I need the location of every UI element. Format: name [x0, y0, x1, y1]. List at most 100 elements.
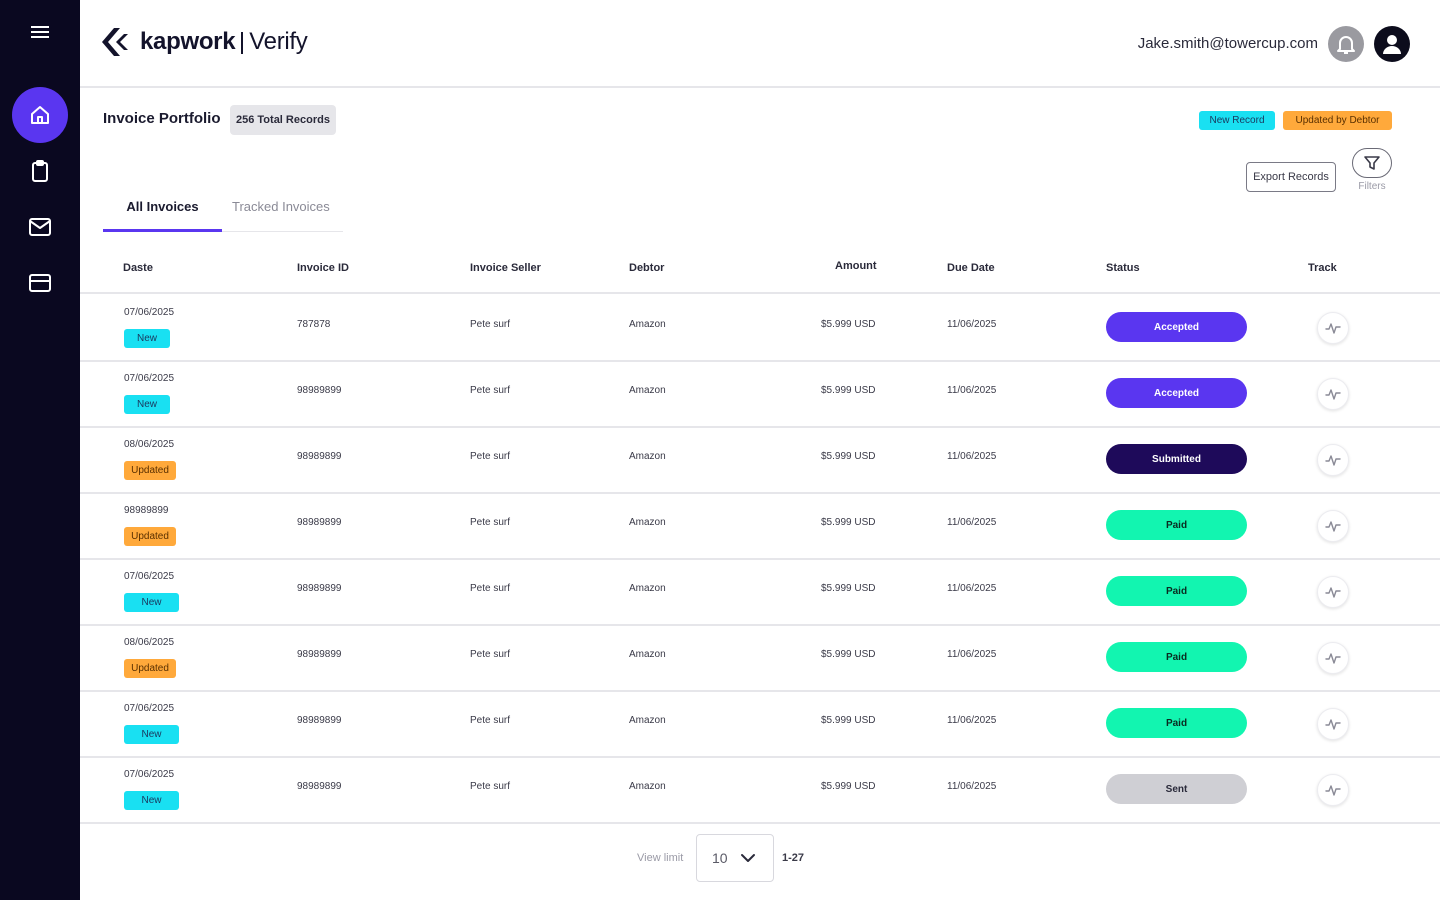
- row-invoice-id: 98989899: [297, 517, 342, 528]
- row-invoice-id: 98989899: [297, 451, 342, 462]
- view-limit-select[interactable]: 10: [696, 834, 774, 882]
- row-date: 07/06/2025: [124, 571, 175, 582]
- clipboard-icon: [32, 160, 48, 182]
- user-email: Jake.smith@towercup.com: [1137, 35, 1318, 52]
- track-button[interactable]: [1317, 444, 1349, 476]
- row-status-badge[interactable]: Paid: [1106, 708, 1247, 738]
- row-due-date: 11/06/2025: [947, 517, 997, 528]
- row-due-date: 11/06/2025: [947, 451, 997, 462]
- row-record-tag: New: [124, 329, 170, 348]
- table-header: Daste Invoice ID Invoice Seller Debtor A…: [80, 248, 1440, 294]
- sidebar-item-mail[interactable]: [12, 199, 68, 255]
- row-status-badge[interactable]: Paid: [1106, 510, 1247, 540]
- row-invoice-seller: Pete surf: [470, 385, 511, 396]
- activity-icon: [1325, 521, 1341, 532]
- column-header-debtor[interactable]: Debtor: [629, 262, 664, 274]
- activity-icon: [1325, 587, 1341, 598]
- sidebar-item-card[interactable]: [12, 255, 68, 311]
- row-debtor: Amazon: [629, 451, 666, 462]
- table-row[interactable]: 07/06/2025 New 787878 Pete surf Amazon $5.999…: [80, 296, 1440, 362]
- brand-name: kapwork: [140, 28, 236, 55]
- row-invoice-seller: Pete surf: [470, 517, 511, 528]
- legend-updated-by-debtor: Updated by Debtor: [1283, 111, 1392, 130]
- hamburger-icon: [31, 26, 49, 38]
- row-due-date: 11/06/2025: [947, 649, 997, 660]
- sidebar-item-clipboard[interactable]: [12, 143, 68, 199]
- row-status-badge[interactable]: Paid: [1106, 642, 1247, 672]
- activity-icon: [1325, 719, 1341, 730]
- row-status-badge[interactable]: Accepted: [1106, 312, 1247, 342]
- card-icon: [29, 274, 51, 292]
- chevron-down-icon: [740, 854, 755, 862]
- row-invoice-id: 98989899: [297, 781, 342, 792]
- row-status-badge[interactable]: Submitted: [1106, 444, 1247, 474]
- hamburger-menu-button[interactable]: [26, 20, 54, 44]
- filters-label: Filters: [1358, 181, 1386, 192]
- row-debtor: Amazon: [629, 319, 666, 330]
- notifications-button[interactable]: [1328, 26, 1364, 62]
- table-row[interactable]: 07/06/2025 New 98989899 Pete surf Amazon $5.9…: [80, 362, 1440, 428]
- column-header-invoice-seller[interactable]: Invoice Seller: [470, 262, 541, 274]
- column-header-date[interactable]: Daste: [123, 262, 153, 274]
- row-record-tag: New: [124, 791, 179, 810]
- row-date: 07/06/2025: [124, 307, 175, 318]
- column-header-track[interactable]: Track: [1308, 262, 1337, 274]
- track-button[interactable]: [1317, 510, 1349, 542]
- row-due-date: 11/06/2025: [947, 715, 997, 726]
- table-row[interactable]: 07/06/2025 New 98989899 Pete surf Amazon $5.9…: [80, 560, 1440, 626]
- row-debtor: Amazon: [629, 385, 666, 396]
- row-record-tag: Updated: [124, 527, 176, 546]
- track-button[interactable]: [1317, 312, 1349, 344]
- row-debtor: Amazon: [629, 517, 666, 528]
- table-row[interactable]: 98989899 Updated 98989899 Pete surf Amazon $5…: [80, 494, 1440, 560]
- row-invoice-seller: Pete surf: [470, 583, 511, 594]
- row-invoice-seller: Pete surf: [470, 649, 511, 660]
- row-debtor: Amazon: [629, 583, 666, 594]
- tab-all-invoices[interactable]: All Invoices: [103, 192, 222, 232]
- row-invoice-id: 98989899: [297, 649, 342, 660]
- track-button[interactable]: [1317, 774, 1349, 806]
- table-row[interactable]: 07/06/2025 New 98989899 Pete surf Amazon $5.9…: [80, 692, 1440, 758]
- user-avatar[interactable]: [1374, 26, 1410, 62]
- row-amount: $5.999 USD: [821, 781, 876, 792]
- track-button[interactable]: [1317, 708, 1349, 740]
- row-due-date: 11/06/2025: [947, 385, 997, 396]
- kapwork-logo-icon: [102, 28, 128, 56]
- tab-tracked-invoices[interactable]: Tracked Invoices: [232, 192, 330, 232]
- row-status-badge[interactable]: Sent: [1106, 774, 1247, 804]
- row-record-tag: New: [124, 725, 179, 744]
- column-header-amount[interactable]: Amount: [835, 260, 877, 272]
- row-status-badge[interactable]: Paid: [1106, 576, 1247, 606]
- row-date: 08/06/2025: [124, 439, 175, 450]
- row-status-badge[interactable]: Accepted: [1106, 378, 1247, 408]
- row-debtor: Amazon: [629, 715, 666, 726]
- table-row[interactable]: 08/06/2025 Updated 98989899 Pete surf Amazon…: [80, 428, 1440, 494]
- track-button[interactable]: [1317, 378, 1349, 410]
- column-header-status[interactable]: Status: [1106, 262, 1140, 274]
- table-row[interactable]: 07/06/2025 New 98989899 Pete surf Amazon $5.9…: [80, 758, 1440, 824]
- table-row[interactable]: 08/06/2025 Updated 98989899 Pete surf Amazon…: [80, 626, 1440, 692]
- row-invoice-id: 98989899: [297, 385, 342, 396]
- activity-icon: [1325, 653, 1341, 664]
- sidebar-item-home[interactable]: [12, 87, 68, 143]
- row-amount: $5.999 USD: [821, 649, 876, 660]
- filter-icon: [1364, 156, 1380, 170]
- row-date: 07/06/2025: [124, 769, 175, 780]
- row-invoice-seller: Pete surf: [470, 781, 511, 792]
- row-record-tag: New: [124, 593, 179, 612]
- row-due-date: 11/06/2025: [947, 583, 997, 594]
- row-record-tag: Updated: [124, 659, 176, 678]
- invoice-tabs: All Invoices Tracked Invoices: [103, 192, 343, 232]
- row-invoice-id: 787878: [297, 319, 331, 330]
- app-logo[interactable]: kapwork Verify: [98, 26, 308, 58]
- track-button[interactable]: [1317, 576, 1349, 608]
- export-records-button[interactable]: Export Records: [1246, 162, 1336, 192]
- view-limit-value: 10: [712, 850, 728, 866]
- row-amount: $5.999 USD: [821, 715, 876, 726]
- row-debtor: Amazon: [629, 781, 666, 792]
- track-button[interactable]: [1317, 642, 1349, 674]
- column-header-due-date[interactable]: Due Date: [947, 262, 995, 274]
- column-header-invoice-id[interactable]: Invoice ID: [297, 262, 349, 274]
- filters-button[interactable]: [1352, 148, 1392, 178]
- row-amount: $5.999 USD: [821, 517, 876, 528]
